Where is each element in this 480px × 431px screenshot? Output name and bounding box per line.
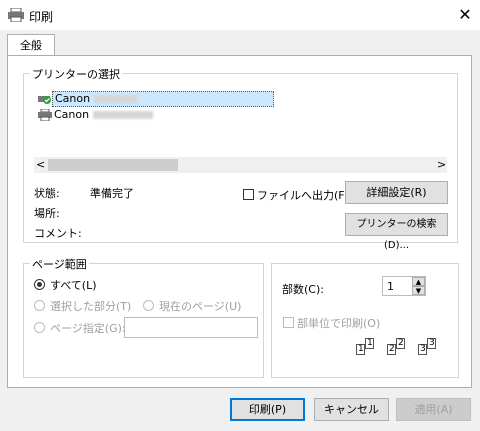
radio-selection[interactable] [34,300,45,311]
location-label: 場所: [34,207,60,220]
tab-general[interactable]: 全般 [7,34,55,57]
close-button[interactable]: ✕ [453,3,477,27]
printer-name: Canon [55,92,91,105]
printer-item[interactable]: Canon [36,91,274,107]
window-title: 印刷 [29,10,54,24]
status-value: 準備完了 [90,187,134,200]
printer-name: Canon [54,108,90,121]
apply-button[interactable]: 適用(A) [396,398,471,421]
pages-input[interactable] [124,317,258,338]
print-to-file-checkbox[interactable] [243,189,254,200]
collate-label: 部単位で印刷(O) [297,317,381,330]
status-label: 状態: [34,187,60,200]
printer-icon [38,108,52,126]
printer-icon [8,8,24,22]
spin-up-icon[interactable]: ▲ [412,277,425,286]
radio-current-page[interactable] [143,300,154,311]
comment-label: コメント: [34,227,82,240]
scroll-right-arrow[interactable]: > [437,158,446,171]
details-button[interactable]: 詳細設定(R) [345,181,448,204]
copies-label: 部数(C): [282,283,324,296]
radio-all-label: すべて(L) [50,279,97,292]
radio-pages[interactable] [34,322,45,333]
print-button[interactable]: 印刷(P) [230,398,305,421]
print-to-file-label: ファイルへ出力(F) [257,189,349,202]
scroll-left-arrow[interactable]: < [36,158,45,171]
radio-selection-label: 選択した部分(T) [50,300,132,313]
radio-current-page-label: 現在のページ(U) [159,300,242,313]
radio-all[interactable] [34,279,45,290]
title-bar [0,0,480,30]
radio-pages-label: ページ指定(G): [50,322,126,335]
collate-checkbox[interactable] [283,317,294,328]
spin-down-icon[interactable]: ▼ [412,286,425,295]
cancel-button[interactable]: キャンセル [314,398,389,421]
page-range-legend: ページ範囲 [30,256,89,272]
find-printer-button[interactable]: プリンターの検索(D)... [345,213,448,251]
printer-item[interactable]: Canon [36,107,274,123]
printer-select-legend: プリンターの選択 [30,66,122,82]
scroll-thumb[interactable] [48,159,178,171]
